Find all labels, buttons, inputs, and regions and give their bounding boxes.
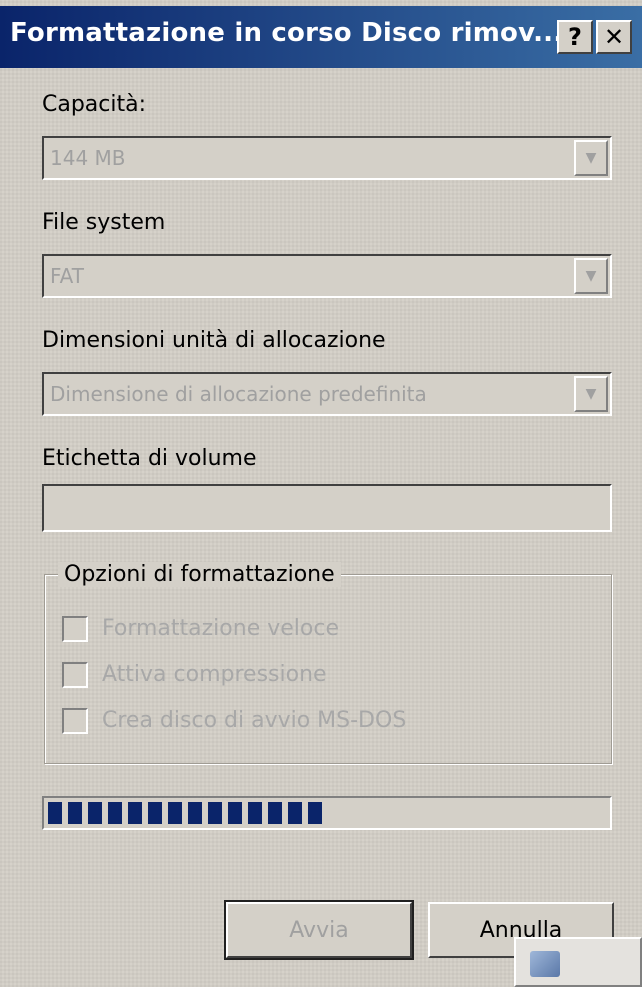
- progress-block: [248, 802, 262, 824]
- boot-disk-checkbox[interactable]: [62, 708, 88, 734]
- quick-format-label: Formattazione veloce: [102, 616, 339, 641]
- progress-block: [268, 802, 282, 824]
- allocation-value: Dimensione di allocazione predefinita: [50, 382, 427, 406]
- allocation-dropdown-button[interactable]: ▼: [574, 376, 608, 412]
- quick-format-checkbox[interactable]: [62, 616, 88, 642]
- allocation-select[interactable]: Dimensione di allocazione predefinita ▼: [42, 372, 612, 416]
- capacity-dropdown-button[interactable]: ▼: [574, 140, 608, 176]
- capacity-value: 144 MB: [50, 146, 126, 170]
- title-bar[interactable]: Formattazione in corso Disco rimov... ? …: [0, 6, 642, 68]
- allocation-label: Dimensioni unità di allocazione: [42, 328, 386, 353]
- progress-block: [168, 802, 182, 824]
- taskbar-fragment: [514, 937, 642, 987]
- filesystem-label: File system: [42, 210, 166, 235]
- progress-fill: [48, 802, 602, 824]
- progress-block: [148, 802, 162, 824]
- progress-block: [128, 802, 142, 824]
- progress-block: [48, 802, 62, 824]
- capacity-label: Capacità:: [42, 92, 147, 117]
- progress-block: [108, 802, 122, 824]
- progress-block: [288, 802, 302, 824]
- progress-block: [68, 802, 82, 824]
- chevron-down-icon: ▼: [585, 386, 597, 402]
- help-button[interactable]: ?: [557, 20, 593, 54]
- volume-label: Etichetta di volume: [42, 446, 257, 471]
- window-title: Formattazione in corso Disco rimov...: [10, 18, 564, 48]
- volume-label-input[interactable]: [42, 484, 612, 532]
- filesystem-dropdown-button[interactable]: ▼: [574, 258, 608, 294]
- close-button[interactable]: ✕: [596, 20, 632, 54]
- format-progress-bar: [42, 796, 612, 830]
- progress-block: [208, 802, 222, 824]
- filesystem-value: FAT: [50, 264, 85, 288]
- progress-block: [88, 802, 102, 824]
- start-button[interactable]: Avvia: [224, 900, 414, 960]
- format-options-title: Opzioni di formattazione: [58, 562, 341, 587]
- progress-block: [308, 802, 322, 824]
- progress-block: [188, 802, 202, 824]
- boot-disk-label: Crea disco di avvio MS-DOS: [102, 708, 407, 733]
- drive-icon: [530, 951, 560, 977]
- close-icon: ✕: [603, 23, 625, 51]
- chevron-down-icon: ▼: [585, 150, 597, 166]
- help-icon: ?: [568, 23, 582, 51]
- format-dialog: Formattazione in corso Disco rimov... ? …: [0, 0, 642, 987]
- chevron-down-icon: ▼: [585, 268, 597, 284]
- capacity-select[interactable]: 144 MB ▼: [42, 136, 612, 180]
- compression-label: Attiva compressione: [102, 662, 327, 687]
- filesystem-select[interactable]: FAT ▼: [42, 254, 612, 298]
- start-button-label: Avvia: [289, 917, 349, 943]
- compression-checkbox[interactable]: [62, 662, 88, 688]
- progress-block: [228, 802, 242, 824]
